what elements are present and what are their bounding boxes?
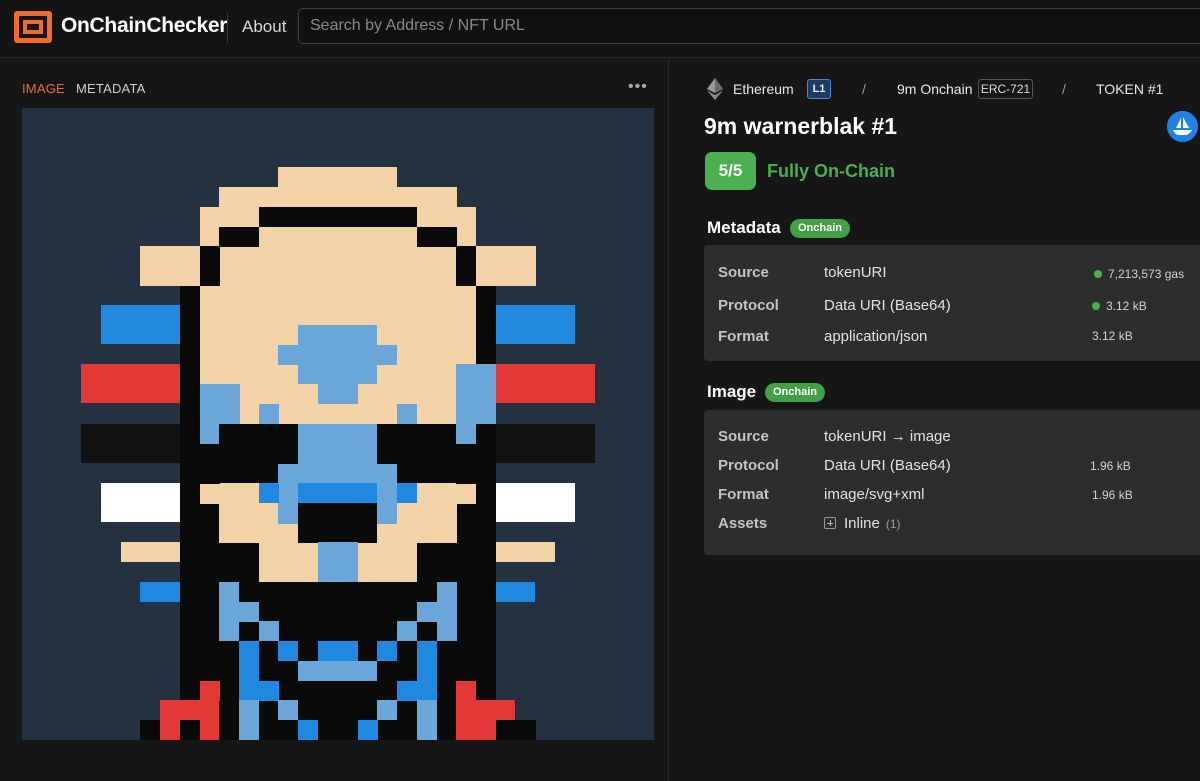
metadata-section-title: Metadata <box>707 218 781 237</box>
image-assets-label: Assets <box>718 515 768 532</box>
more-dots-icon[interactable]: ••• <box>628 78 648 96</box>
image-section-title: Image <box>707 382 757 401</box>
metadata-onchain-badge: Onchain <box>790 219 851 238</box>
assets-count: (1) <box>885 517 901 531</box>
image-format-value: image/svg+xml <box>824 486 925 503</box>
status-dot-icon <box>1092 302 1100 310</box>
onchain-score-label: Fully On-Chain <box>767 161 895 181</box>
metadata-protocol-stat: 3.12 kB <box>1092 299 1147 313</box>
image-protocol-stat: 1.96 kB <box>1090 459 1131 473</box>
ethereum-icon <box>707 78 723 100</box>
breadcrumb-token: TOKEN #1 <box>1096 81 1164 97</box>
image-format-label: Format <box>718 486 769 503</box>
image-source-label: Source <box>718 428 769 445</box>
about-link[interactable]: About <box>242 17 286 37</box>
breadcrumb-chain[interactable]: Ethereum <box>733 81 794 97</box>
breadcrumb-separator: / <box>1062 81 1066 97</box>
token-title: 9m warnerblak #1 <box>704 113 898 139</box>
metadata-protocol-value: Data URI (Base64) <box>824 297 951 314</box>
metadata-protocol-label: Protocol <box>718 297 779 314</box>
gas-value: 7,213,573 gas <box>1108 267 1185 281</box>
metadata-format-label: Format <box>718 328 769 345</box>
size-value: 3.12 kB <box>1106 299 1147 313</box>
pane-divider <box>668 59 669 781</box>
breadcrumb-collection[interactable]: 9m Onchain <box>897 81 972 97</box>
top-navbar: OnChainChecker About <box>0 0 1200 58</box>
token-standard-badge: ERC-721 <box>978 79 1033 99</box>
onchain-score-badge: 5/5 <box>705 152 756 190</box>
opensea-icon[interactable] <box>1167 111 1198 142</box>
assets-value: Inline <box>844 515 880 532</box>
image-format-stat: 1.96 kB <box>1092 488 1133 502</box>
image-protocol-value: Data URI (Base64) <box>824 457 951 474</box>
tab-image[interactable]: IMAGE <box>22 81 65 96</box>
metadata-format-stat: 3.12 kB <box>1092 329 1133 343</box>
assets-expander[interactable]: Inline (1) <box>824 515 901 532</box>
metadata-source-label: Source <box>718 264 769 281</box>
onchainchecker-logo-icon[interactable] <box>14 11 52 43</box>
image-onchain-badge: Onchain <box>765 383 826 402</box>
nft-image <box>22 108 654 740</box>
nav-divider <box>227 13 228 43</box>
image-card <box>704 410 1200 555</box>
status-dot-icon <box>1094 270 1102 278</box>
plus-square-icon[interactable] <box>824 517 836 529</box>
tab-metadata[interactable]: METADATA <box>76 81 146 96</box>
metadata-source-stat: 7,213,573 gas <box>1094 267 1184 281</box>
metadata-format-value: application/json <box>824 328 928 345</box>
metadata-source-value: tokenURI <box>824 264 887 281</box>
layer-badge: L1 <box>807 79 831 99</box>
image-protocol-label: Protocol <box>718 457 779 474</box>
image-source-value: tokenURI → image <box>824 428 951 445</box>
breadcrumb-separator: / <box>862 81 866 97</box>
brand-name[interactable]: OnChainChecker <box>61 14 227 38</box>
search-input[interactable] <box>298 8 1200 44</box>
